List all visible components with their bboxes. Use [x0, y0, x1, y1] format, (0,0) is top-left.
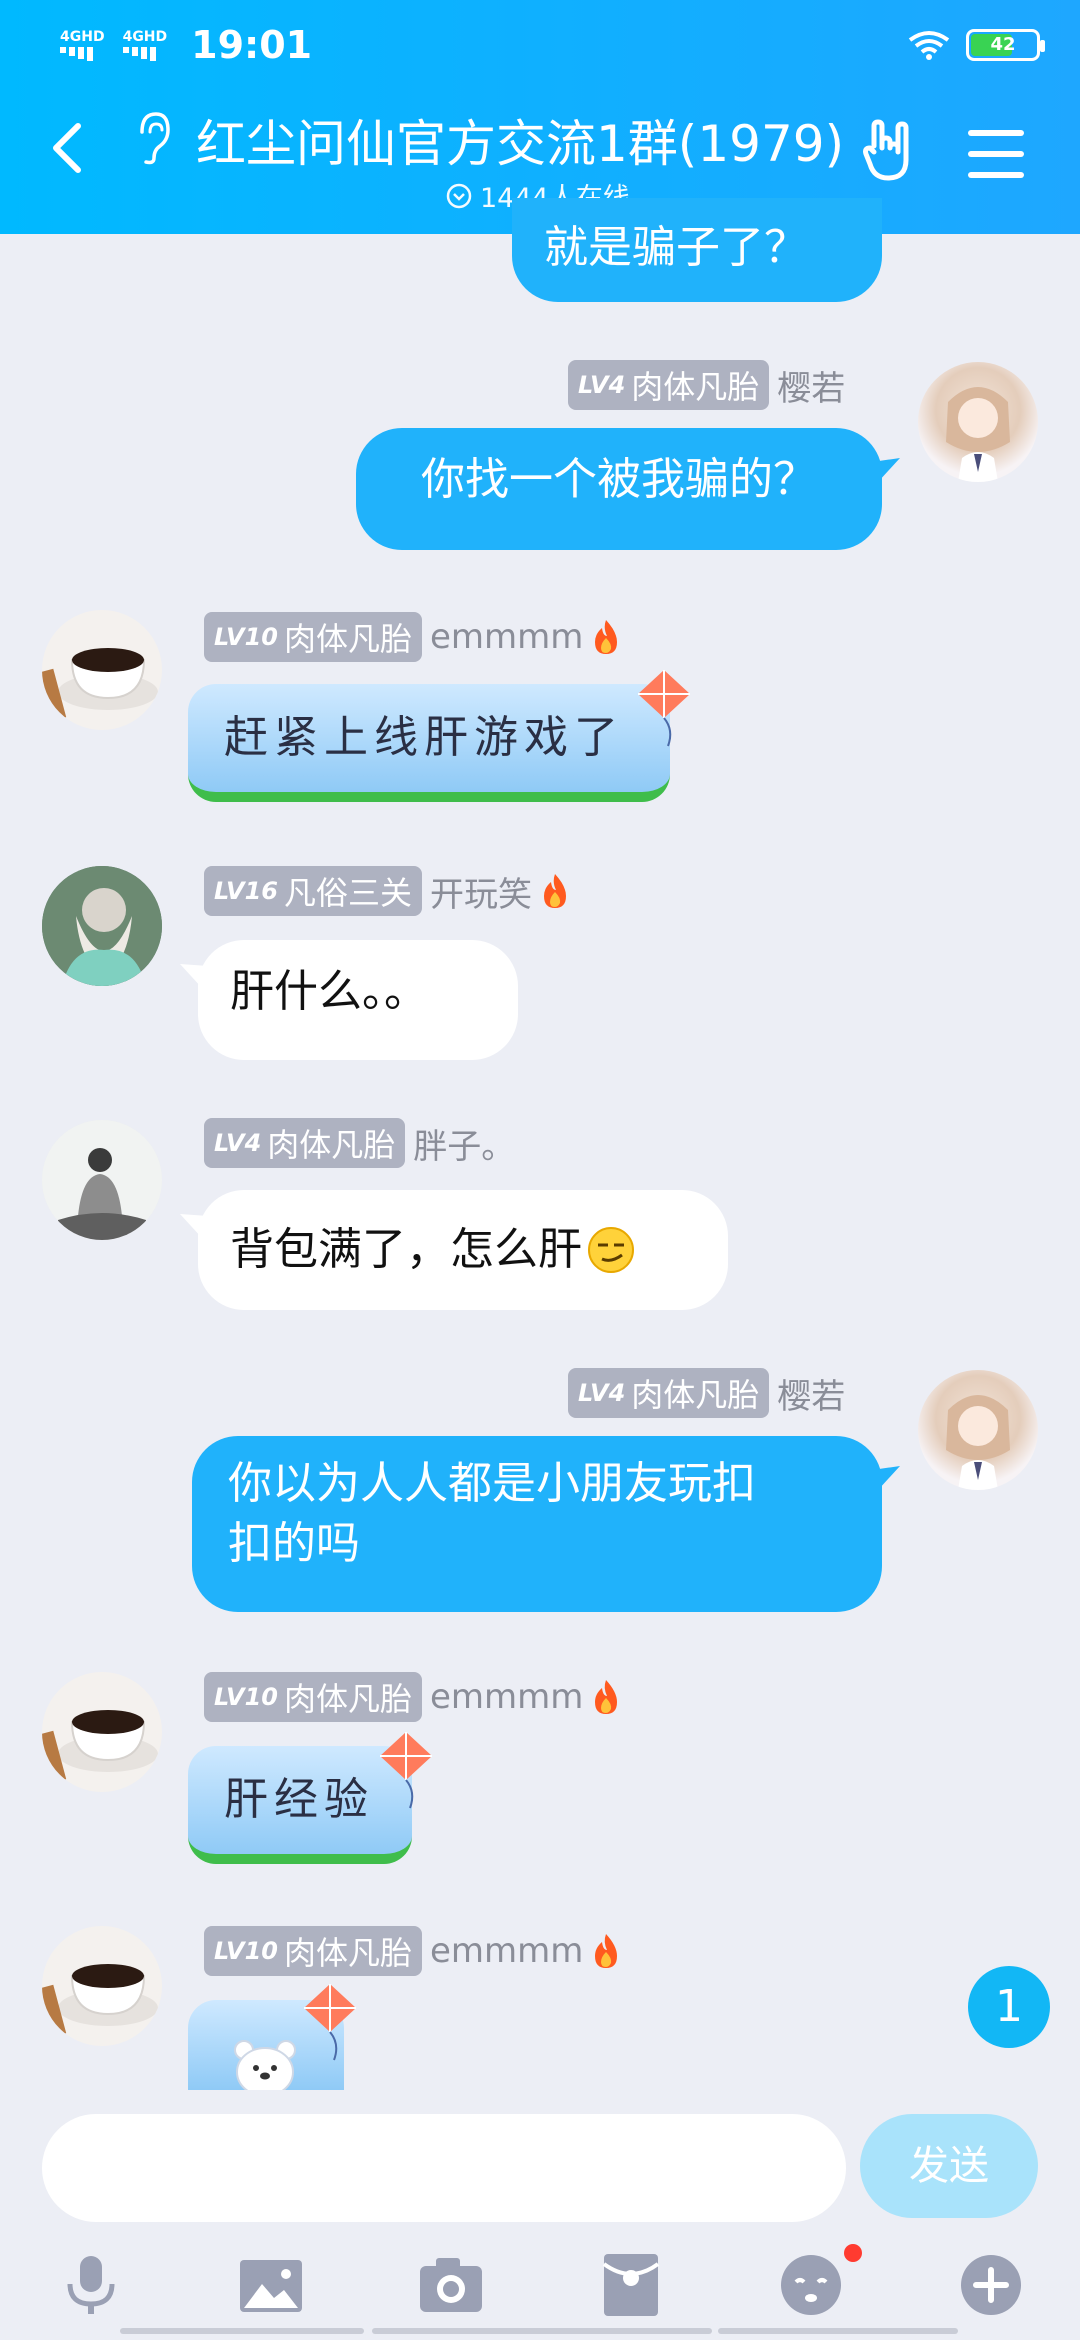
message-text: 你找一个被我骗的？: [421, 454, 817, 505]
avatar[interactable]: [42, 1120, 162, 1240]
old-sage-icon: [42, 866, 162, 986]
message-text: 肝经验: [224, 1774, 374, 1825]
sender-meta: LV4 肉体凡胎 樱若: [568, 360, 845, 410]
kite-icon: [380, 1732, 432, 1809]
message-bubble[interactable]: 肝什么。。: [198, 940, 518, 1060]
avatar[interactable]: [42, 1926, 162, 2046]
message-bubble[interactable]: 你找一个被我骗的？: [356, 428, 882, 550]
battery-icon: 42: [966, 29, 1045, 61]
sender-name[interactable]: 樱若: [777, 1369, 845, 1418]
sender-meta: LV16 凡俗三关 开玩笑: [204, 866, 570, 916]
sender-meta: LV4 肉体凡胎 樱若: [568, 1368, 845, 1418]
avatar[interactable]: [42, 610, 162, 730]
hand-gesture-icon[interactable]: [858, 116, 928, 186]
sender-meta: LV10 肉体凡胎 emmmm: [204, 1926, 621, 1976]
scroll-indicator: [718, 2328, 958, 2334]
message-bubble[interactable]: 就是骗子了？: [512, 198, 882, 302]
fire-icon: [543, 874, 566, 908]
battery-level: 42: [990, 34, 1016, 55]
clock: 19:01: [191, 23, 313, 67]
avatar[interactable]: [918, 362, 1038, 482]
level-badge: LV10 肉体凡胎: [204, 612, 422, 662]
message-text-line2: 扣的吗: [228, 1518, 360, 1569]
sender-name[interactable]: 樱若: [777, 361, 845, 410]
smirk-emoji-icon: [588, 1227, 634, 1273]
message-bubble[interactable]: 赶紧上线肝游戏了: [188, 684, 670, 802]
fire-icon: [595, 1934, 618, 1968]
coffee-cup-icon: [42, 1964, 158, 2037]
anime-girl-icon: [946, 1395, 1010, 1490]
level-badge: LV4 肉体凡胎: [204, 1118, 406, 1168]
bear-icon: [234, 2040, 296, 2090]
sender-name[interactable]: emmmm: [430, 617, 583, 657]
image-icon[interactable]: [236, 2250, 306, 2320]
message-text-line1: 你以为人人都是小朋友玩扣: [228, 1458, 756, 1509]
ear-icon[interactable]: [132, 110, 172, 166]
message-bubble[interactable]: 背包满了，怎么肝: [198, 1190, 728, 1310]
camera-icon[interactable]: [416, 2250, 486, 2320]
signal-indicator-2: 4GHD: [122, 29, 167, 61]
message-bubble[interactable]: 你以为人人都是小朋友玩扣 扣的吗: [192, 1436, 882, 1612]
wifi-icon: [908, 31, 950, 60]
menu-icon[interactable]: [968, 130, 1024, 178]
scroll-indicator: [372, 2328, 712, 2334]
chevron-circle-icon: [446, 183, 472, 208]
level-badge: LV4 肉体凡胎: [568, 1368, 770, 1418]
level-badge: LV4 肉体凡胎: [568, 360, 770, 410]
level-badge: LV16 凡俗三关: [204, 866, 422, 916]
kite-icon: [638, 670, 690, 747]
avatar[interactable]: [918, 1370, 1038, 1490]
group-title[interactable]: 红尘问仙官方交流1群(1979): [196, 104, 844, 176]
emoji-icon[interactable]: [776, 2250, 846, 2320]
mic-icon[interactable]: [56, 2250, 126, 2320]
kite-icon: [304, 1984, 356, 2061]
fire-icon: [595, 620, 618, 654]
status-bar: 4GHD 4GHD 19:01 42: [60, 20, 1045, 70]
sender-name[interactable]: emmmm: [430, 1931, 583, 1971]
sender-name[interactable]: 开玩笑: [430, 867, 532, 916]
new-message-badge[interactable]: 1: [968, 1966, 1050, 2048]
avatar[interactable]: [42, 1672, 162, 1792]
sender-name[interactable]: emmmm: [430, 1677, 583, 1717]
coffee-cup-icon: [42, 1710, 158, 1783]
red-packet-icon[interactable]: [596, 2250, 666, 2320]
sender-meta: LV4 肉体凡胎 胖子。: [204, 1118, 515, 1168]
message-input[interactable]: [42, 2114, 846, 2222]
fire-icon: [595, 1680, 618, 1714]
sender-meta: LV10 肉体凡胎 emmmm: [204, 1672, 621, 1722]
send-button[interactable]: 发送: [860, 2114, 1038, 2218]
meditating-person-icon: [42, 1120, 162, 1240]
message-text: 背包满了，怎么肝: [230, 1224, 582, 1275]
back-icon[interactable]: [40, 118, 100, 178]
notification-dot: [844, 2244, 862, 2262]
message-text: 就是骗子了？: [544, 222, 808, 273]
input-bar: 发送: [0, 2090, 1080, 2340]
anime-girl-icon: [946, 387, 1010, 482]
input-toolbar: [0, 2244, 1080, 2330]
plus-icon[interactable]: [956, 2250, 1026, 2320]
message-text: 肝什么。。: [230, 966, 428, 1017]
level-badge: LV10 肉体凡胎: [204, 1926, 422, 1976]
scroll-indicator: [120, 2328, 364, 2334]
avatar[interactable]: [42, 866, 162, 986]
level-badge: LV10 肉体凡胎: [204, 1672, 422, 1722]
sender-name[interactable]: 胖子。: [413, 1119, 515, 1168]
signal-indicator-1: 4GHD: [60, 29, 105, 61]
sender-meta: LV10 肉体凡胎 emmmm: [204, 612, 621, 662]
coffee-cup-icon: [42, 648, 158, 721]
message-text: 赶紧上线肝游戏了: [224, 712, 624, 763]
